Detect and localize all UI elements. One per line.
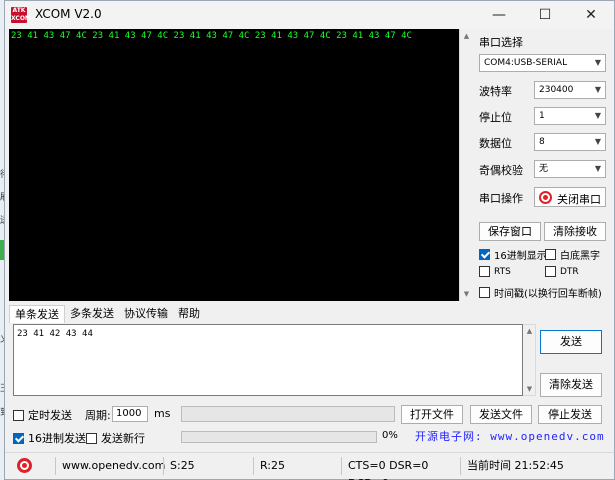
timestamp-checkbox[interactable]: 时间戳(以换行回车断帧) xyxy=(479,285,602,300)
close-port-button[interactable]: 关闭串口 xyxy=(534,187,606,207)
save-window-button[interactable]: 保存窗口 xyxy=(479,222,541,241)
period-label: 周期: xyxy=(85,409,111,422)
scroll-up-icon[interactable]: ▲ xyxy=(525,327,534,335)
hex-display-label: 16进制显示 xyxy=(494,251,547,262)
parity-select[interactable]: 无 ▼ xyxy=(534,160,606,178)
stopbits-select[interactable]: 1 ▼ xyxy=(534,107,606,125)
status-bar: www.openedv.com S:25 R:25 CTS=0 DSR=0 DC… xyxy=(5,452,614,480)
newline-send-check-icon xyxy=(86,432,97,444)
databits-select[interactable]: 8 ▼ xyxy=(534,133,606,151)
status-site-link[interactable]: www.openedv.com xyxy=(55,457,165,475)
clear-send-button[interactable]: 清除发送 xyxy=(540,373,602,397)
status-received-count: R:25 xyxy=(253,457,339,475)
send-progress-bar xyxy=(181,431,377,443)
open-file-button[interactable]: 打开文件 xyxy=(401,405,463,424)
send-button[interactable]: 发送 xyxy=(540,330,602,354)
newline-send-checkbox[interactable]: 发送新行 xyxy=(86,430,145,446)
chevron-down-icon: ▼ xyxy=(594,85,601,94)
chevron-down-icon: ▼ xyxy=(594,137,601,146)
title-bar[interactable]: ATK XCOM XCOM V2.0 — ☐ ✕ xyxy=(5,1,614,29)
stopbits-label: 停止位 xyxy=(479,111,512,124)
timestamp-check-icon xyxy=(479,287,490,298)
receive-scrollbar[interactable]: ▲ ▼ xyxy=(459,29,472,301)
hex-display-check-icon xyxy=(479,249,490,260)
port-select-value: COM4:USB-SERIAL xyxy=(484,58,568,68)
window-title: XCOM V2.0 xyxy=(35,7,102,21)
rts-label: RTS xyxy=(494,266,511,277)
clear-receive-button[interactable]: 清除接收 xyxy=(544,222,606,241)
chevron-down-icon: ▼ xyxy=(594,111,601,120)
close-port-button-label: 关闭串口 xyxy=(557,193,601,206)
period-unit: ms xyxy=(154,407,171,420)
baud-label: 波特率 xyxy=(479,85,512,98)
send-scrollbar[interactable]: ▲ ▼ xyxy=(523,324,536,396)
scroll-up-icon[interactable]: ▲ xyxy=(462,32,471,40)
parity-select-value: 无 xyxy=(539,164,549,174)
hex-send-check-icon xyxy=(13,432,24,444)
port-op-label: 串口操作 xyxy=(479,192,523,205)
status-sent-count: S:25 xyxy=(163,457,249,475)
stop-send-button[interactable]: 停止发送 xyxy=(538,405,602,424)
tab-protocol[interactable]: 协议传输 xyxy=(119,305,173,323)
hex-send-label: 16进制发送 xyxy=(28,432,86,445)
white-bg-check-icon xyxy=(545,249,556,260)
tab-single-send[interactable]: 单条发送 xyxy=(9,305,65,323)
rts-checkbox[interactable]: RTS xyxy=(479,266,511,277)
parity-label: 奇偶校验 xyxy=(479,164,523,177)
timed-send-checkbox[interactable]: 定时发送 xyxy=(13,407,72,423)
baud-select-value: 230400 xyxy=(539,85,574,95)
tab-help[interactable]: 帮助 xyxy=(173,305,205,323)
app-logo-icon: ATK XCOM xyxy=(11,7,31,23)
settings-gear-icon[interactable] xyxy=(17,458,32,473)
hex-display-checkbox[interactable]: 16进制显示 xyxy=(479,247,547,262)
openedv-banner-link[interactable]: 开源电子网: www.openedv.com xyxy=(415,428,605,444)
stopbits-select-value: 1 xyxy=(539,111,545,121)
minimize-button[interactable]: — xyxy=(476,1,522,29)
send-progress-text: 0% xyxy=(382,430,398,441)
databits-label: 数据位 xyxy=(479,137,512,150)
chevron-down-icon: ▼ xyxy=(594,164,601,173)
newline-send-label: 发送新行 xyxy=(101,432,145,445)
xcom-window: ATK XCOM XCOM V2.0 — ☐ ✕ 23 41 43 47 4C … xyxy=(4,0,615,480)
dtr-checkbox[interactable]: DTR xyxy=(545,266,579,277)
dtr-label: DTR xyxy=(560,266,579,277)
file-path-field[interactable] xyxy=(181,406,395,422)
timed-send-label: 定时发送 xyxy=(28,409,72,422)
dtr-check-icon xyxy=(545,266,556,277)
status-line-signals: CTS=0 DSR=0 DCD=0 xyxy=(341,457,461,480)
scroll-down-icon[interactable]: ▼ xyxy=(525,385,534,393)
status-current-time: 当前时间 21:52:45 xyxy=(460,457,570,475)
chevron-down-icon: ▼ xyxy=(594,58,601,67)
port-select[interactable]: COM4:USB-SERIAL ▼ xyxy=(479,54,606,72)
send-tabs: 单条发送 多条发送 协议传输 帮助 xyxy=(9,305,205,323)
send-input[interactable]: 23 41 42 43 44 xyxy=(13,324,523,396)
send-file-button[interactable]: 发送文件 xyxy=(470,405,532,424)
hex-send-checkbox[interactable]: 16进制发送 xyxy=(13,430,86,446)
port-status-led-icon xyxy=(539,191,552,204)
close-button[interactable]: ✕ xyxy=(568,1,614,29)
maximize-button[interactable]: ☐ xyxy=(522,1,568,29)
timestamp-label: 时间戳(以换行回车断帧) xyxy=(494,289,602,300)
white-bg-checkbox[interactable]: 白底黑字 xyxy=(545,247,600,262)
databits-select-value: 8 xyxy=(539,137,545,147)
send-text: 23 41 42 43 44 xyxy=(17,329,93,339)
receive-area[interactable]: 23 41 43 47 4C 23 41 43 47 4C 23 41 43 4… xyxy=(9,29,459,301)
baud-select[interactable]: 230400 ▼ xyxy=(534,81,606,99)
rts-check-icon xyxy=(479,266,490,277)
period-input[interactable]: 1000 xyxy=(112,406,148,422)
receive-text: 23 41 43 47 4C 23 41 43 47 4C 23 41 43 4… xyxy=(11,31,412,41)
timed-send-check-icon xyxy=(13,409,24,421)
white-bg-label: 白底黑字 xyxy=(560,251,600,262)
scroll-down-icon[interactable]: ▼ xyxy=(462,290,471,298)
tab-multi-send[interactable]: 多条发送 xyxy=(65,305,119,323)
port-select-label: 串口选择 xyxy=(479,36,523,49)
